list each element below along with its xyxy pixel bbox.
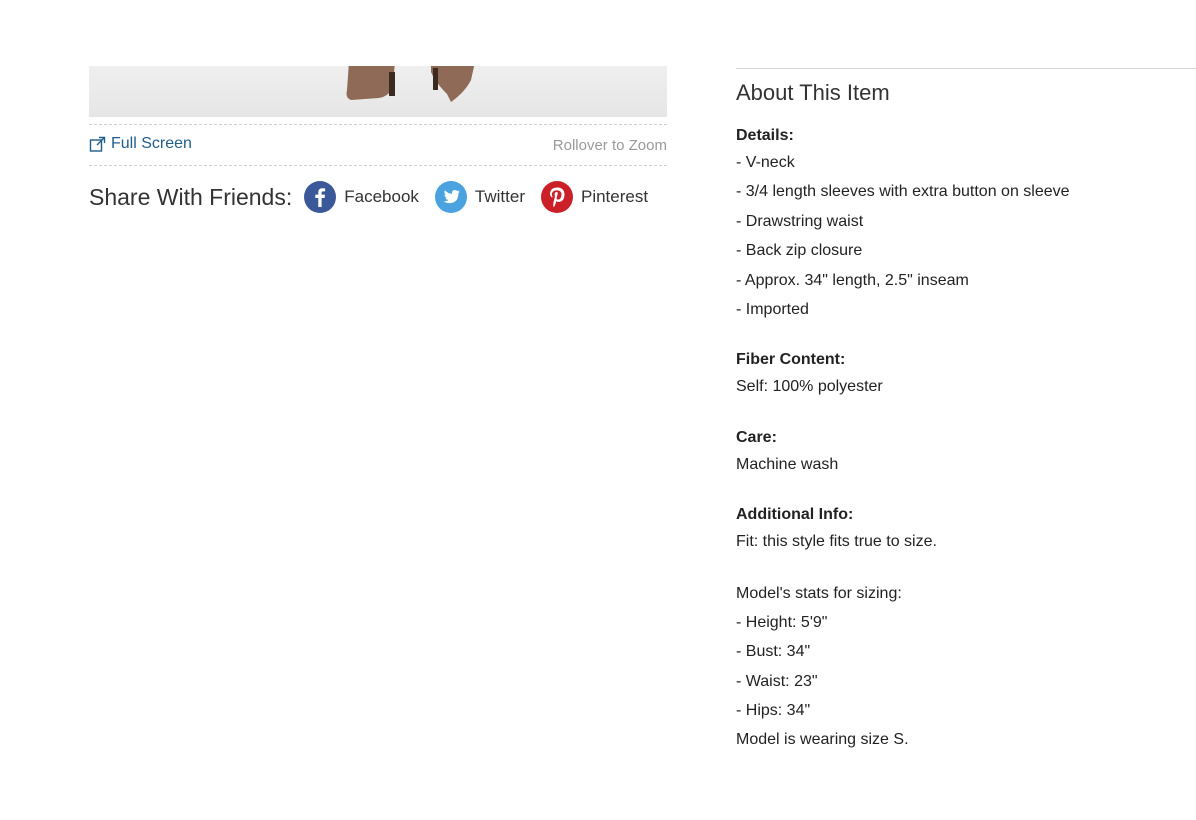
pinterest-label: Pinterest bbox=[580, 187, 649, 206]
facebook-label: Facebook bbox=[344, 187, 419, 206]
image-tools-bar: Full Screen Rollover to Zoom bbox=[89, 124, 667, 166]
share-title: Share With Friends: bbox=[89, 183, 293, 210]
product-page: Full Screen Rollover to Zoom Share With … bbox=[0, 0, 1196, 820]
item-info: Details: - V-neck - 3/4 length sleeves w… bbox=[736, 124, 1196, 755]
model-stats-heading: Model's stats for sizing: bbox=[736, 584, 902, 602]
details-item: - Drawstring waist bbox=[736, 212, 864, 230]
details-item: - V-neck bbox=[736, 154, 795, 171]
additional-heading: Additional Info: bbox=[736, 506, 854, 524]
model-wearing: Model is wearing size S. bbox=[736, 731, 909, 749]
pinterest-icon bbox=[540, 181, 573, 213]
share-twitter-button[interactable]: Twitter bbox=[434, 181, 525, 213]
details-item: - 3/4 length sleeves with extra button o… bbox=[736, 183, 1070, 201]
share-facebook-button[interactable]: Facebook bbox=[304, 181, 419, 213]
boot-right-image bbox=[431, 66, 475, 102]
model-stat: - Bust: 34" bbox=[736, 643, 811, 661]
share-bar: Share With Friends: Facebook Twitter Pin… bbox=[89, 177, 664, 217]
external-link-icon bbox=[89, 136, 106, 152]
product-image[interactable] bbox=[89, 66, 667, 117]
full-screen-link[interactable]: Full Screen bbox=[89, 135, 192, 153]
care-text: Machine wash bbox=[736, 455, 839, 473]
model-stat: - Hips: 34" bbox=[736, 702, 811, 720]
fiber-heading: Fiber Content: bbox=[736, 351, 846, 369]
fit-text: Fit: this style fits true to size. bbox=[736, 533, 937, 551]
twitter-label: Twitter bbox=[474, 187, 525, 206]
details-item: - Back zip closure bbox=[736, 242, 863, 260]
fiber-text: Self: 100% polyester bbox=[736, 378, 883, 396]
boot-left-image bbox=[346, 66, 395, 100]
share-pinterest-button[interactable]: Pinterest bbox=[540, 181, 649, 213]
divider bbox=[736, 68, 1196, 69]
rollover-zoom-hint: Rollover to Zoom bbox=[552, 137, 667, 154]
facebook-icon bbox=[304, 181, 337, 213]
details-item: - Approx. 34" length, 2.5" inseam bbox=[736, 271, 969, 289]
care-heading: Care: bbox=[736, 428, 777, 446]
full-screen-label: Full Screen bbox=[111, 135, 192, 152]
details-item: - Imported bbox=[736, 300, 809, 318]
twitter-icon bbox=[434, 181, 467, 213]
model-stat: - Height: 5'9" bbox=[736, 613, 828, 631]
details-heading: Details: bbox=[736, 127, 794, 144]
about-title: About This Item bbox=[736, 80, 890, 105]
model-stat: - Waist: 23" bbox=[736, 672, 818, 690]
